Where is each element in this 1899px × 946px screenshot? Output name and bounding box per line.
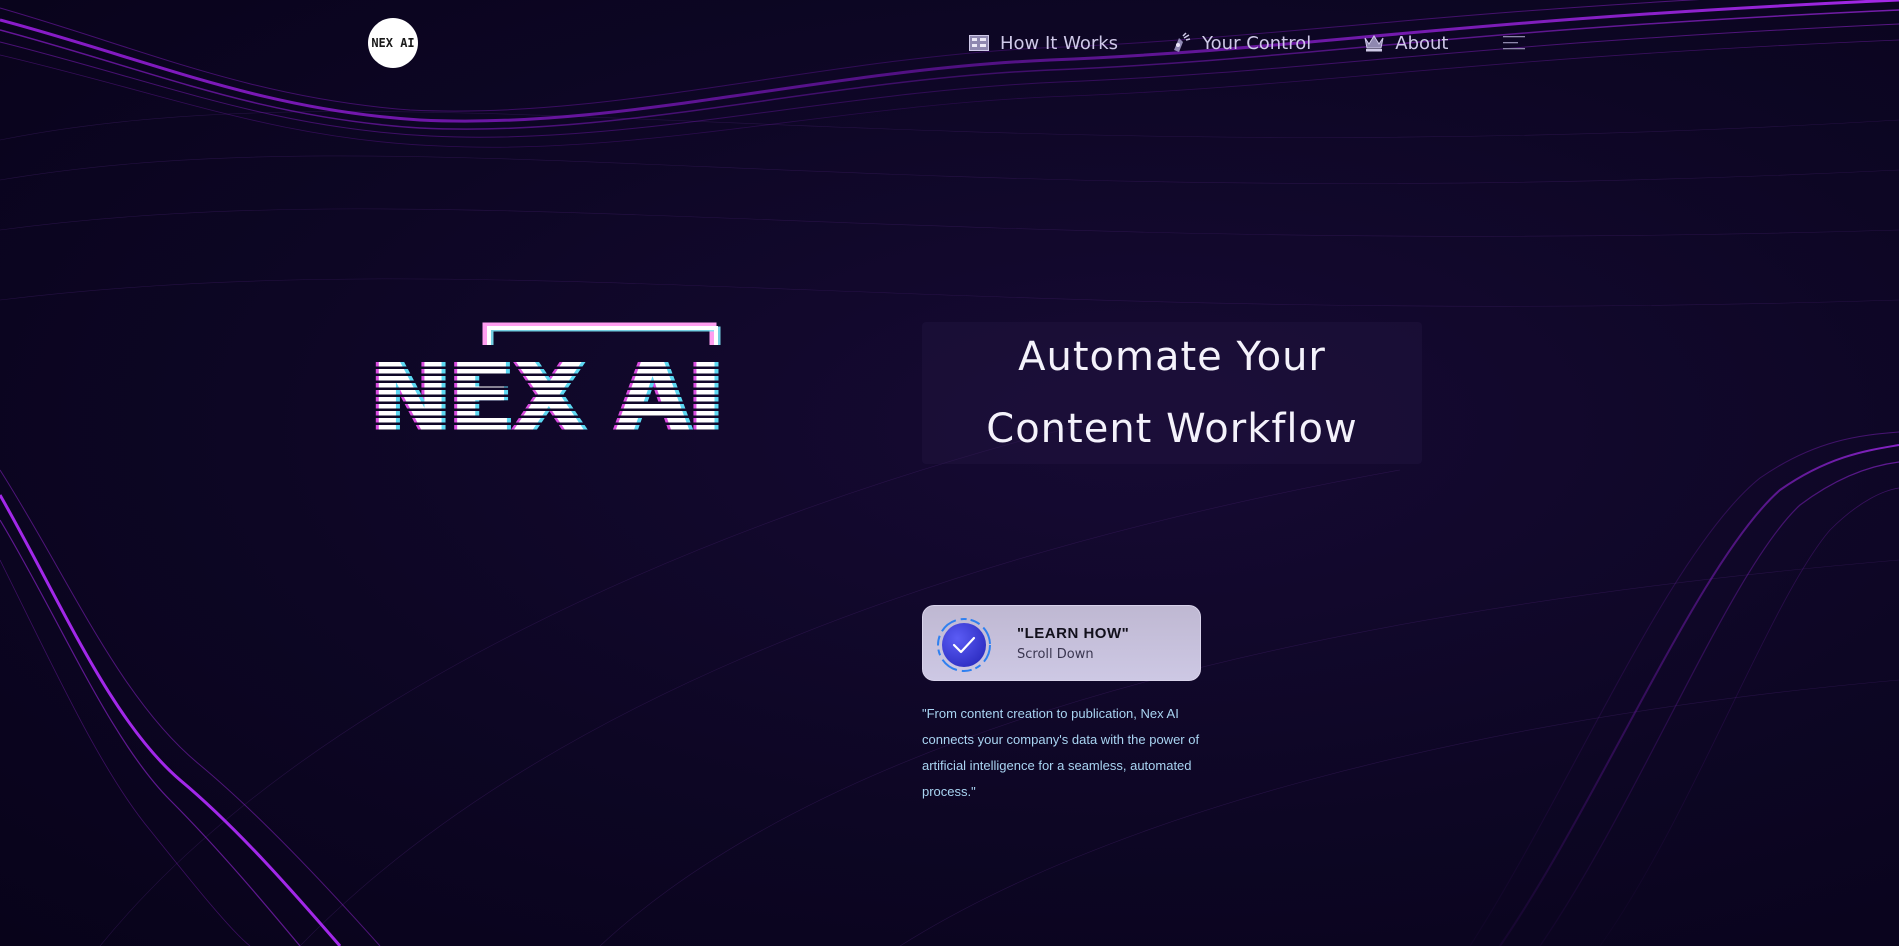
control-icon — [1170, 32, 1192, 54]
logo-badge-text: NEX AI — [371, 36, 415, 50]
nav-about-label: About — [1395, 32, 1449, 54]
nav-about[interactable]: About — [1363, 32, 1448, 54]
checkmark-badge-icon — [937, 618, 991, 672]
learn-how-title: "LEARN HOW" — [1017, 625, 1130, 642]
learn-how-button[interactable]: "LEARN HOW" Scroll Down — [922, 605, 1201, 681]
logo-badge[interactable]: NEX AI — [368, 18, 418, 68]
learn-how-subtitle: Scroll Down — [1017, 647, 1094, 662]
headline-box: Automate Your Content Workflow — [922, 322, 1422, 464]
nav-how-it-works-label: How It Works — [1000, 32, 1119, 54]
headline-line-1: Automate Your — [1018, 334, 1326, 380]
svg-text:NEX AI: NEX AI — [370, 341, 721, 435]
hamburger-menu-icon — [1503, 36, 1525, 50]
page: NEX AI How It Works Your Control About N… — [0, 0, 1899, 946]
nav-your-control[interactable]: Your Control — [1170, 32, 1311, 54]
nav-how-it-works[interactable]: How It Works — [968, 32, 1118, 54]
hamburger-menu-button[interactable] — [1503, 34, 1527, 52]
main-nav: How It Works Your Control About — [968, 30, 1500, 56]
nex-ai-wordmark-logo: NEX AI NEX AI NEX AI — [368, 322, 727, 435]
crown-icon — [1363, 32, 1385, 54]
headline-line-2: Content Workflow — [986, 406, 1358, 452]
intro-quote: "From content creation to publication, N… — [922, 706, 1200, 799]
grid-icon — [968, 32, 990, 54]
nav-your-control-label: Your Control — [1202, 32, 1312, 54]
